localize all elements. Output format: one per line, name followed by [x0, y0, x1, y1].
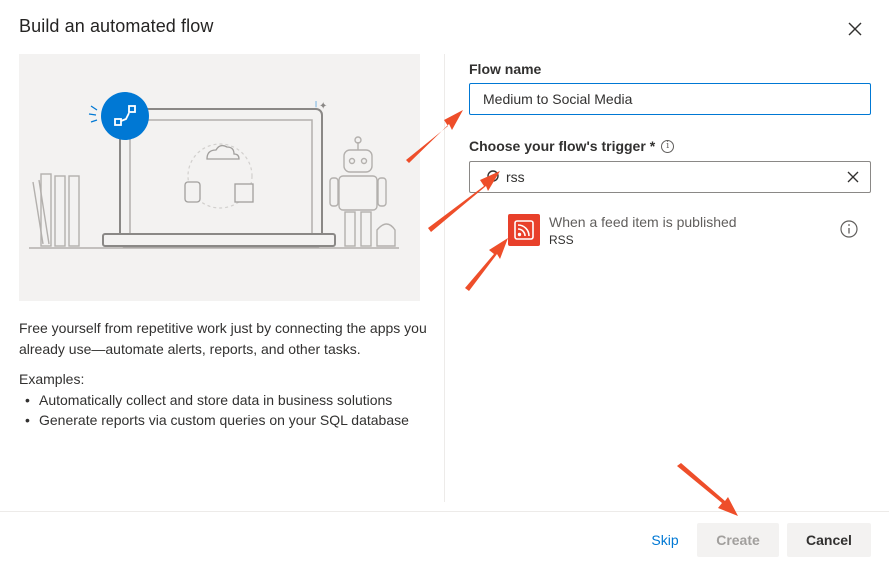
cancel-button[interactable]: Cancel: [787, 523, 871, 557]
trigger-label-row: Choose your flow's trigger * i: [469, 138, 675, 154]
dialog-title: Build an automated flow: [19, 16, 214, 36]
svg-text:|: |: [315, 101, 317, 108]
arrow-icon: [465, 238, 508, 291]
examples-title: Examples:: [19, 371, 85, 387]
examples-list: Automatically collect and store data in …: [24, 390, 409, 430]
trigger-info-icon[interactable]: [839, 219, 859, 239]
flow-description: Free yourself from repetitive work just …: [19, 320, 427, 357]
create-button[interactable]: Create: [697, 523, 779, 557]
trigger-search-input[interactable]: [506, 162, 836, 192]
trigger-search-box[interactable]: [469, 161, 871, 193]
arrow-icon: [677, 463, 738, 516]
clear-icon[interactable]: [844, 168, 862, 186]
example-item: Generate reports via custom queries on y…: [24, 410, 409, 430]
trigger-name: When a feed item is published: [549, 214, 737, 230]
required-mark: *: [649, 138, 656, 154]
laptop-illustration: ✦ |: [29, 92, 399, 249]
flow-name-input[interactable]: [469, 83, 871, 115]
flow-name-label: Flow name: [469, 61, 542, 77]
footer-divider: [0, 511, 889, 512]
search-icon: [484, 170, 499, 185]
info-icon[interactable]: i: [661, 139, 675, 153]
trigger-label: Choose your flow's trigger: [469, 138, 646, 154]
svg-text:✦: ✦: [319, 101, 327, 112]
build-flow-dialog: Build an automated flow ✦ | Free yoursel…: [0, 0, 889, 562]
trigger-connector: RSS: [549, 233, 574, 247]
example-item: Automatically collect and store data in …: [24, 390, 409, 410]
rss-icon: [508, 214, 540, 246]
pane-divider: [444, 54, 445, 502]
skip-button[interactable]: Skip: [641, 523, 689, 557]
close-icon[interactable]: [840, 14, 870, 44]
trigger-result-item[interactable]: When a feed item is published RSS: [505, 210, 871, 250]
flow-illustration: ✦ |: [19, 54, 420, 301]
